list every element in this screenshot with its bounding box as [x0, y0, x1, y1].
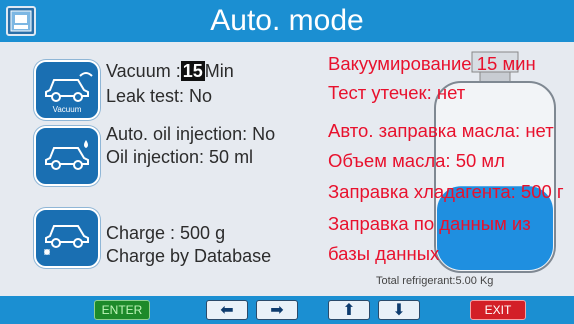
enter-button[interactable]: ENTER [94, 300, 150, 320]
car-vacuum-icon [45, 72, 93, 102]
down-arrow-button[interactable]: ⬇ [378, 300, 420, 320]
ru-refrigerant-charge-line: Заправка хладагента: 500 г [328, 181, 564, 202]
exit-button[interactable]: EXIT [470, 300, 526, 320]
total-refrigerant: Total refrigerant:5.00 Kg [376, 275, 494, 287]
right-arrow-icon: ➡ [270, 300, 284, 319]
left-arrow-button[interactable]: ⬅ [206, 300, 248, 320]
ru-leak-test-line: Тест утечек: нет [328, 82, 466, 103]
vacuum-icon-caption: Vacuum [52, 105, 82, 114]
page-title: Auto. mode [210, 4, 364, 37]
ru-charge-database-line1: Заправка по данным из [328, 213, 531, 234]
title-bar: Auto. mode [0, 0, 574, 42]
car-oil-icon [45, 140, 89, 170]
left-arrow-icon: ⬅ [220, 300, 234, 319]
leak-test-line: Leak test: No [106, 86, 213, 106]
bottom-toolbar: ENTER ⬅ ➡ ⬆ ⬇ EXIT [0, 296, 574, 324]
up-arrow-button[interactable]: ⬆ [328, 300, 370, 320]
auto-mode-screen: Auto. mode Vacuum Vacuum :15 Min Leak tes… [0, 0, 574, 324]
ru-vacuum-line: Вакуумирование 15 мин [328, 53, 536, 74]
ru-auto-oil-line: Авто. заправка масла: нет [328, 120, 554, 141]
right-arrow-button[interactable]: ➡ [256, 300, 298, 320]
car-charge-icon [43, 225, 89, 256]
ru-charge-database-line2: базы данных [328, 243, 440, 264]
vacuum-label: Vacuum : [106, 61, 181, 81]
up-arrow-icon: ⬆ [342, 300, 356, 319]
auto-oil-injection-line: Auto. oil injection: No [106, 124, 276, 144]
charge-amount-line: Charge : 500 g [106, 223, 226, 243]
oil-injection-button[interactable] [34, 126, 100, 186]
vacuum-time-line: Vacuum :15 Min [106, 60, 234, 82]
vacuum-unit: Min [204, 61, 234, 81]
down-arrow-icon: ⬇ [392, 300, 406, 319]
oil-injection-line: Oil injection: 50 ml [106, 147, 254, 167]
charge-by-database-line: Charge by Database [106, 246, 272, 266]
charge-button[interactable] [34, 208, 100, 268]
vacuum-button[interactable]: Vacuum [34, 60, 100, 120]
vacuum-minutes-value[interactable]: 15 [180, 61, 205, 81]
ru-oil-volume-line: Объем масла: 50 мл [328, 150, 505, 171]
